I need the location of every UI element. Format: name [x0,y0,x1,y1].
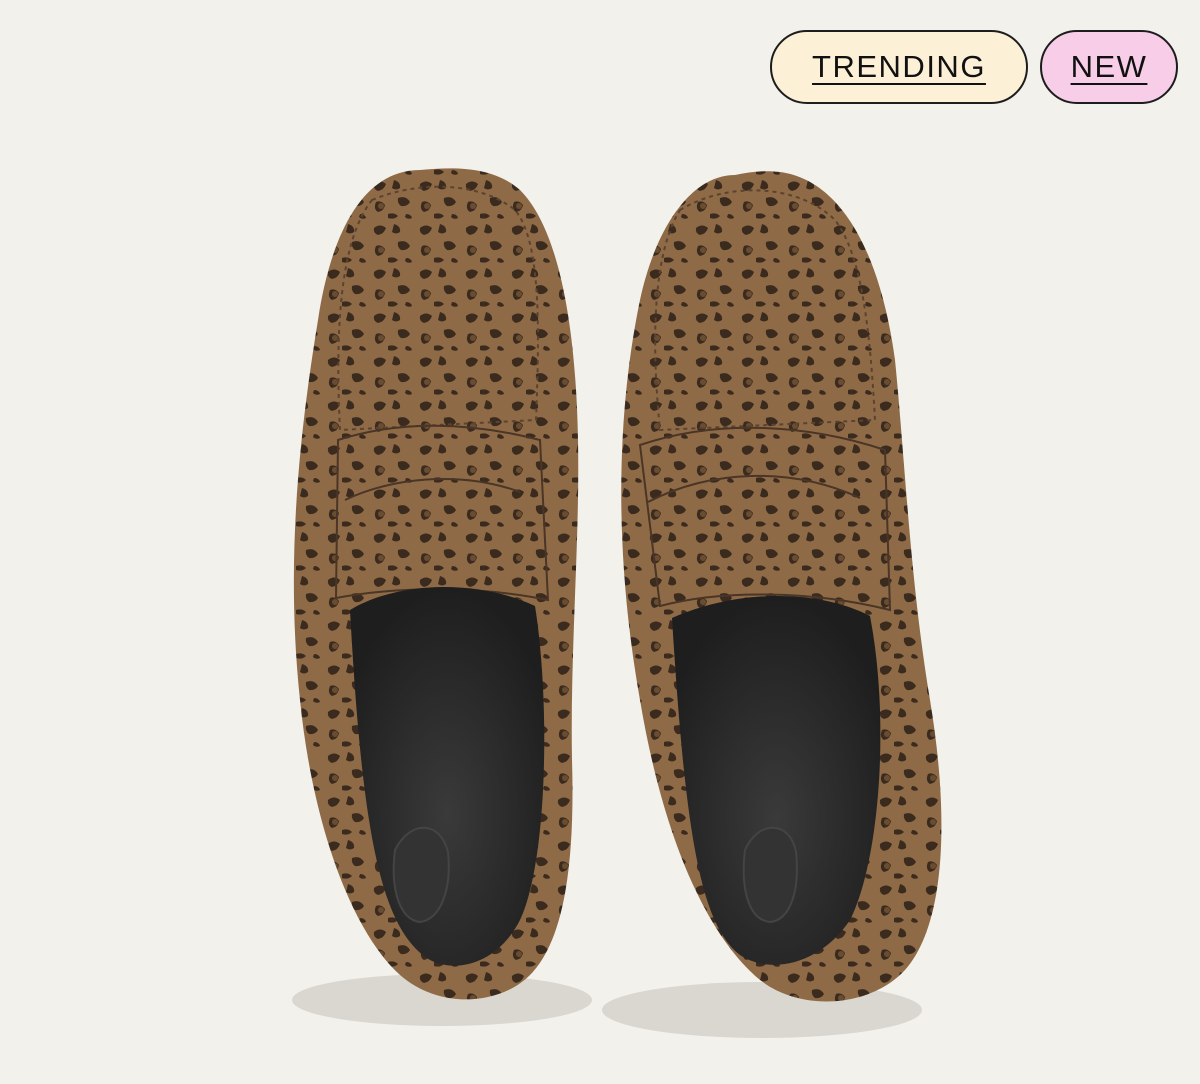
leopard-loafers-image [292,168,942,1038]
right-loafer [621,171,942,1002]
product-card: TRENDING NEW [0,0,1200,1084]
left-loafer [293,168,579,1000]
new-badge[interactable]: NEW [1040,30,1178,104]
trending-badge[interactable]: TRENDING [770,30,1028,104]
badge-group: TRENDING NEW [770,30,1178,104]
